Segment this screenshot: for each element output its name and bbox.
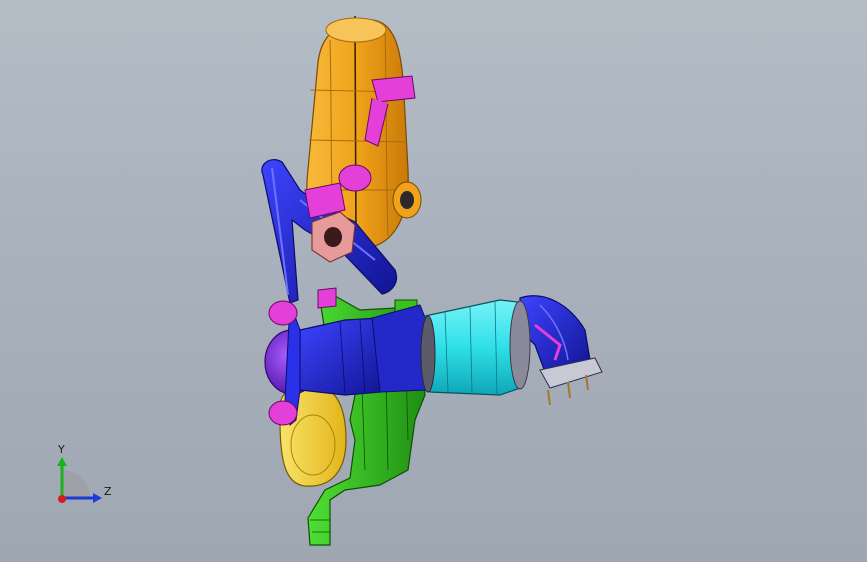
catalytic-converter[interactable] (420, 299, 531, 396)
coordinate-triad: Y Z (40, 435, 120, 515)
exhaust-assembly-model[interactable] (0, 0, 867, 562)
triad-axes (57, 457, 102, 503)
triad-y-label: Y (58, 443, 65, 456)
triad-z-label: Z (104, 485, 112, 498)
cad-viewport[interactable]: Y Z (0, 0, 867, 562)
